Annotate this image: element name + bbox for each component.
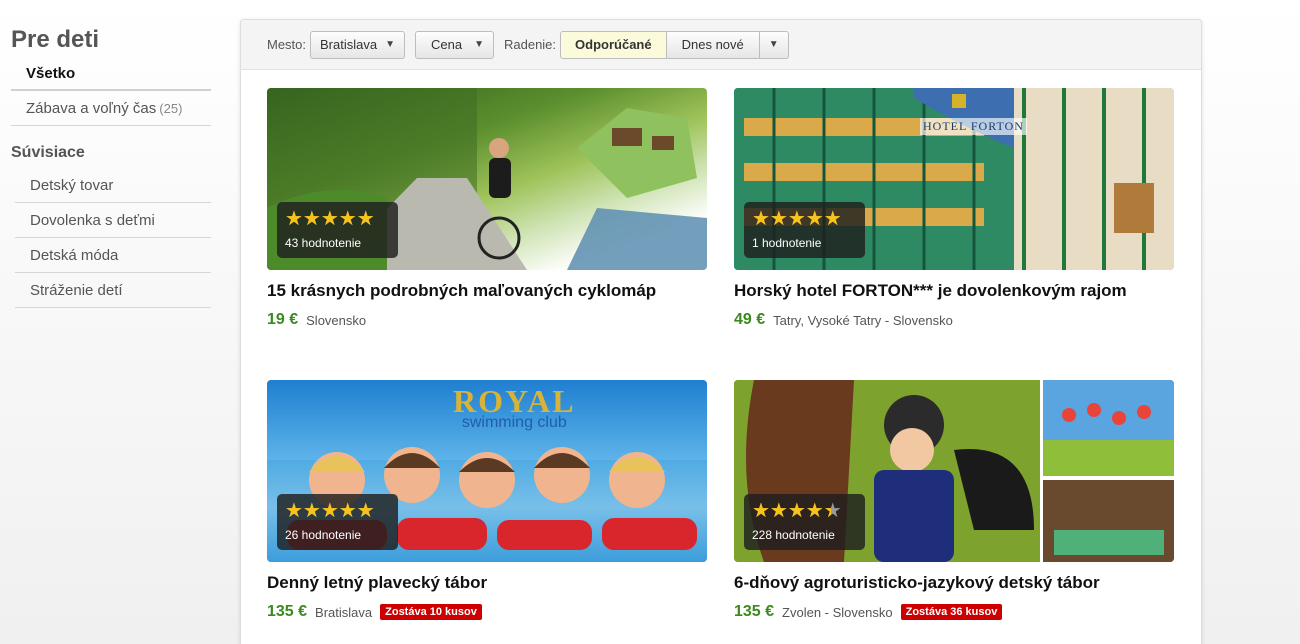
related-item-babysitting[interactable]: Stráženie detí — [15, 273, 211, 308]
deal-title[interactable]: Horský hotel FORTON*** je dovolenkovým r… — [734, 281, 1174, 303]
filter-bar: Mesto: Bratislava ▼ Cena ▼ Radenie: Odporú… — [241, 20, 1201, 70]
chevron-down-icon: ▼ — [474, 39, 484, 50]
deal-title[interactable]: 15 krásnych podrobných maľovaných cyklom… — [267, 281, 707, 303]
swim-club-logo-title: ROYAL — [453, 383, 576, 419]
chevron-down-icon: ▼ — [385, 39, 395, 50]
price-dropdown[interactable]: Cena ▼ — [415, 30, 494, 59]
deal-card[interactable]: ★★★★★★★★★★ 228 hodnotenie 6-dňový agrotu… — [734, 380, 1174, 622]
deal-image[interactable]: ROYAL swimming club ★★★★★ ★★★★★ 26 hodnot… — [267, 380, 707, 562]
deal-title[interactable]: Denný letný plavecký tábor — [267, 573, 707, 595]
chevron-down-icon: ▼ — [768, 39, 779, 50]
deal-title[interactable]: 6-dňový agroturisticko-jazykový detský t… — [734, 573, 1174, 595]
swim-club-logo: ROYAL swimming club — [453, 384, 576, 432]
deal-meta: 135 € Bratislava Zostáva 10 kusov — [267, 602, 707, 622]
deal-card[interactable]: ROYAL swimming club ★★★★★ ★★★★★ 26 hodnot… — [267, 380, 707, 622]
related-section-title: Súvisiace — [11, 144, 85, 161]
related-item-kids-fashion[interactable]: Detská móda — [15, 238, 211, 273]
deal-image[interactable]: HOTEL FORTON ★★★★★ ★★★★★ 1 hodnotenie — [734, 88, 1174, 270]
star-rating: ★★★★★★★★★★ — [752, 208, 842, 230]
deal-image[interactable]: ★★★★★★★★★★ 228 hodnotenie — [734, 380, 1174, 562]
deal-price: 49 € — [734, 311, 766, 328]
deal-card[interactable]: HOTEL FORTON ★★★★★ ★★★★★ 1 hodnotenie Hor… — [734, 88, 1174, 330]
sidebar-item-label: Zábava a voľný čas — [26, 100, 157, 117]
sort-new-today-button[interactable]: Dnes nové — [665, 30, 760, 59]
star-rating: ★★★★★★★★★★ — [285, 208, 398, 230]
hotel-logo-text: HOTEL FORTON — [920, 118, 1027, 135]
category-list: Všetko Zábava a voľný čas (25) — [11, 56, 211, 126]
deal-location: Bratislava — [315, 604, 373, 620]
rating-count: 26 hodnotenie — [285, 528, 362, 542]
stock-badge: Zostáva 36 kusov — [900, 604, 1003, 620]
city-value: Bratislava — [320, 37, 378, 52]
sort-label: Radenie: — [503, 37, 557, 52]
rating-count: 43 hodnotenie — [285, 236, 362, 250]
deal-location: Slovensko — [306, 312, 367, 328]
rating-box: ★★★★★ ★★★★★ 43 hodnotenie — [277, 202, 398, 258]
sort-recommended-button[interactable]: Odporúčané — [560, 30, 667, 59]
rating-count: 228 hodnotenie — [752, 528, 835, 542]
sidebar-item-count: (25) — [159, 101, 183, 116]
deal-meta: 19 € Slovensko — [267, 310, 707, 330]
sidebar-item-fun[interactable]: Zábava a voľný čas (25) — [11, 91, 211, 126]
sort-more-button[interactable]: ▼ — [758, 30, 789, 59]
deal-price: 19 € — [267, 311, 299, 328]
deal-location: Tatry, Vysoké Tatry - Slovensko — [773, 312, 953, 328]
related-list: Detský tovar Dovolenka s deťmi Detská mó… — [11, 168, 211, 308]
deal-price: 135 € — [734, 603, 775, 620]
rating-fill: ★★★★★ — [285, 208, 375, 230]
rating-box: ★★★★★★★★★★ 228 hodnotenie — [744, 494, 865, 550]
rating-count: 1 hodnotenie — [752, 236, 822, 250]
deal-meta: 49 € Tatry, Vysoké Tatry - Slovensko — [734, 310, 1174, 330]
stock-badge: Zostáva 10 kusov — [380, 604, 482, 620]
star-rating: ★★★★★★★★★★ — [752, 500, 842, 522]
rating-box: ★★★★★ ★★★★★ 26 hodnotenie — [277, 494, 398, 550]
category-sidebar: Pre deti Všetko Zábava a voľný čas (25) S… — [11, 20, 211, 308]
related-item-family-holiday[interactable]: Dovolenka s deťmi — [15, 203, 211, 238]
deal-price: 135 € — [267, 603, 308, 620]
swim-club-logo-subtitle: swimming club — [461, 414, 567, 431]
sidebar-item-label: Všetko — [26, 65, 76, 82]
sort-buttons: Odporúčané Dnes nové ▼ — [560, 30, 789, 59]
deal-location: Zvolen - Slovensko — [782, 604, 893, 620]
city-dropdown[interactable]: Bratislava ▼ — [310, 30, 405, 59]
deal-meta: 135 € Zvolen - Slovensko Zostáva 36 kuso… — [734, 602, 1174, 622]
sidebar-title: Pre deti — [11, 26, 100, 53]
deal-card[interactable]: ★★★★★ ★★★★★ 43 hodnotenie 15 krásnych pod… — [267, 88, 707, 330]
sidebar-item-all[interactable]: Všetko — [11, 56, 211, 91]
deal-image[interactable]: ★★★★★ ★★★★★ 43 hodnotenie — [267, 88, 707, 270]
rating-fill: ★★★★★ — [752, 500, 831, 522]
city-label: Mesto: — [267, 37, 307, 52]
rating-fill: ★★★★★ — [285, 500, 375, 522]
rating-box: ★★★★★ ★★★★★ 1 hodnotenie — [744, 202, 865, 258]
star-rating: ★★★★★★★★★★ — [285, 500, 398, 522]
related-item-kids-goods[interactable]: Detský tovar — [15, 168, 211, 203]
rating-fill: ★★★★★ — [752, 208, 842, 230]
price-dropdown-label: Cena — [431, 37, 463, 52]
